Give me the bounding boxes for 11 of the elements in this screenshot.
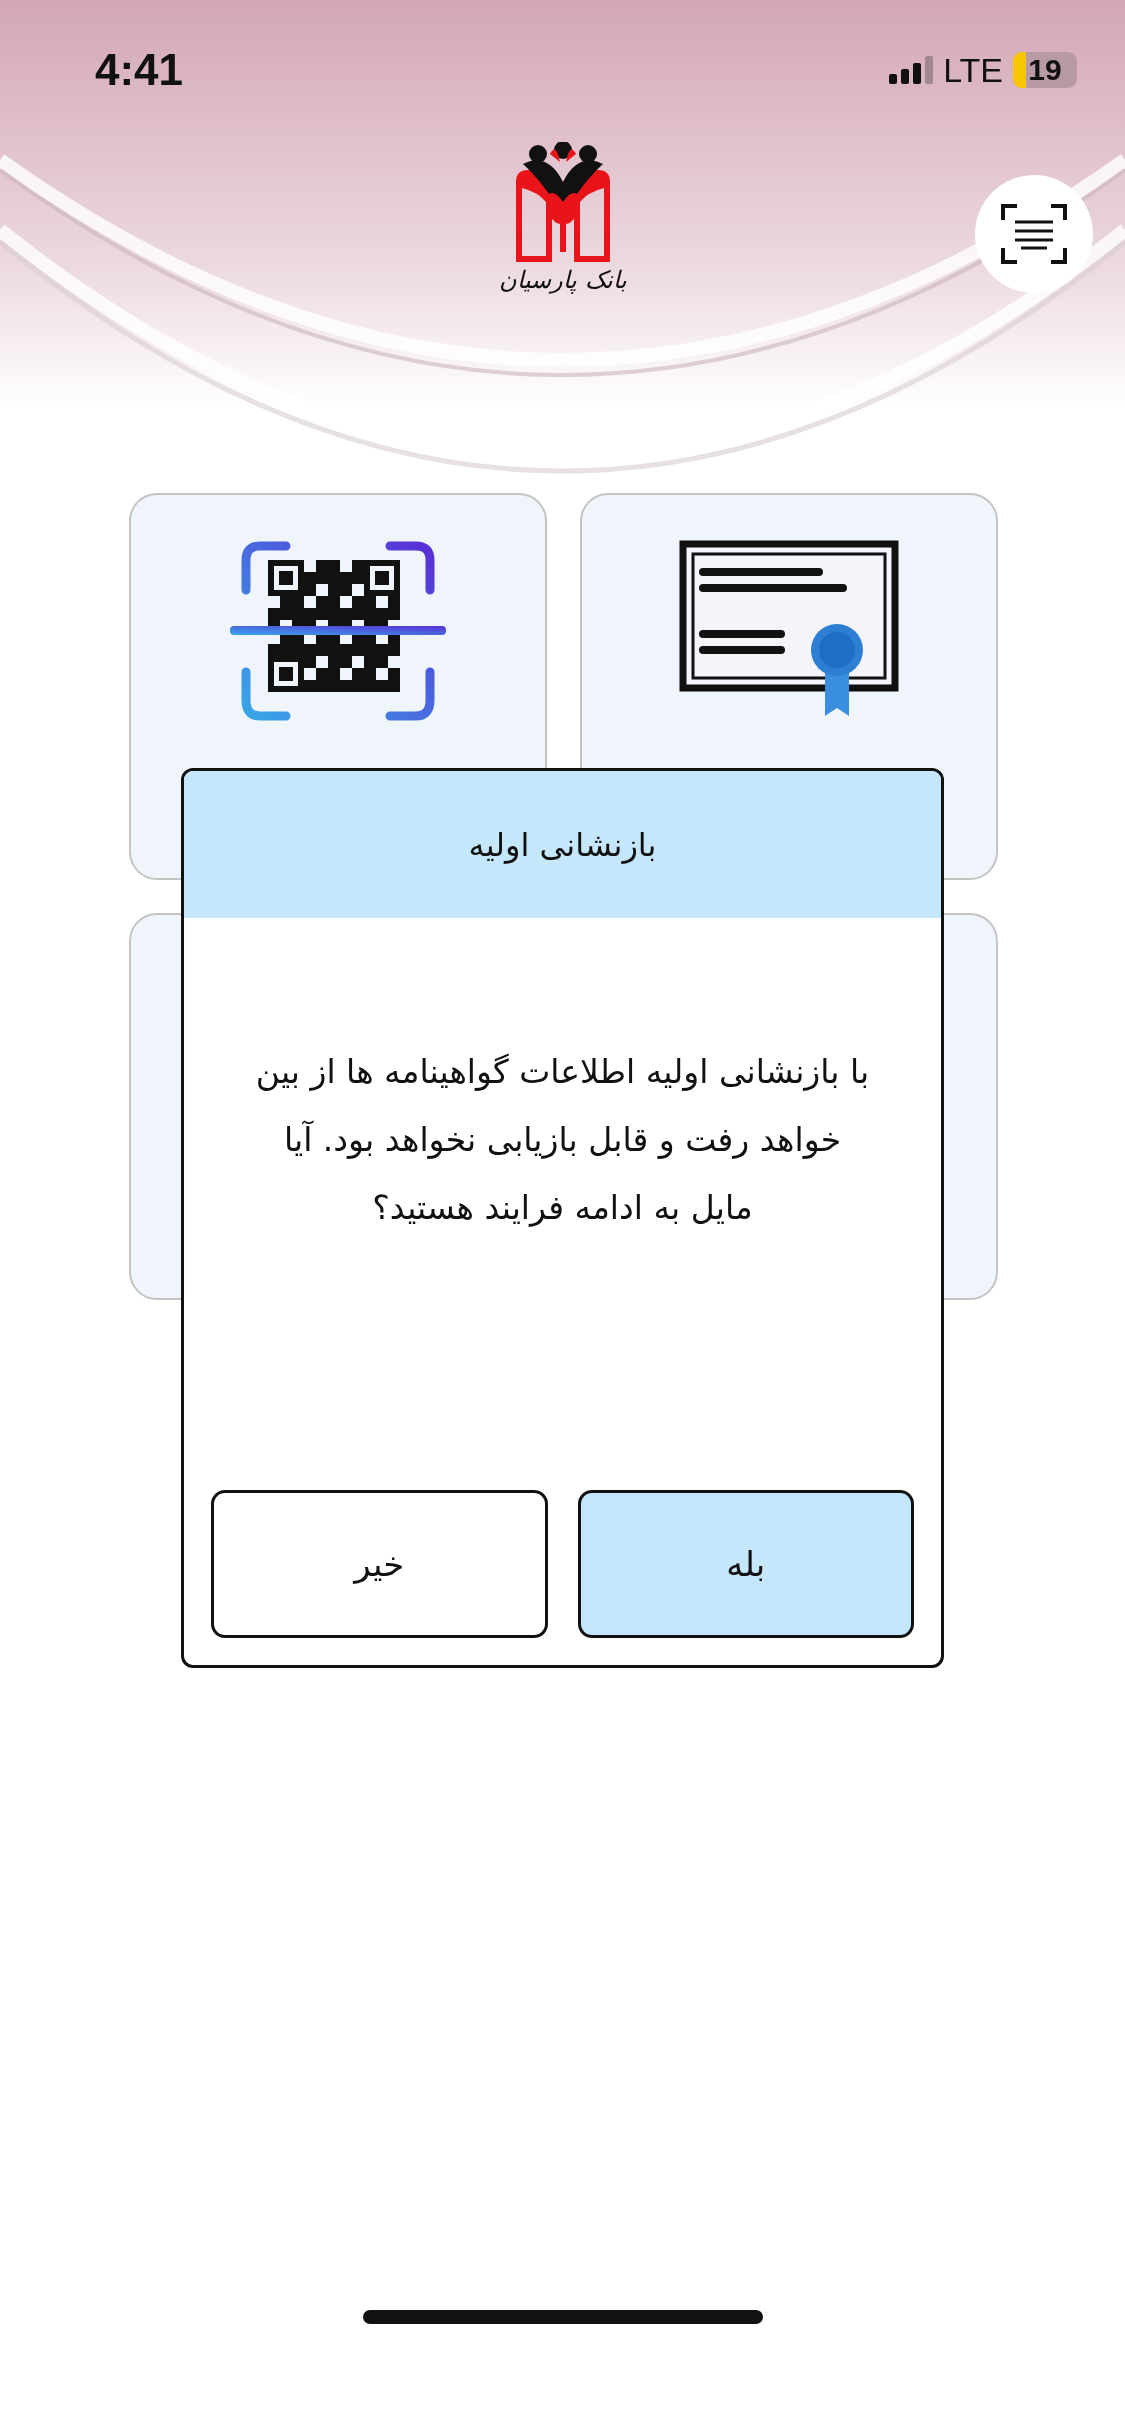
network-label: LTE (943, 50, 1003, 90)
logo-text: بانک پارسیان (499, 266, 627, 294)
status-time: 4:41 (95, 45, 184, 95)
qr-scan-icon (230, 540, 446, 722)
document-scan-icon (1001, 204, 1067, 264)
cancel-button[interactable]: خیر (211, 1490, 548, 1638)
signal-icon (889, 56, 934, 84)
battery-indicator: 19 (1013, 52, 1077, 88)
dialog-title: بازنشانی اولیه (468, 825, 657, 864)
dialog-message: با بازنشانی اولیه اطلاعات گواهینامه ها از بین خواهد رفت و قابل بازیابی نخواهد بود. آیا مایل به ادامه فرایند هستید؟ (254, 1051, 871, 1229)
confirm-button[interactable]: بله (577, 1490, 914, 1638)
